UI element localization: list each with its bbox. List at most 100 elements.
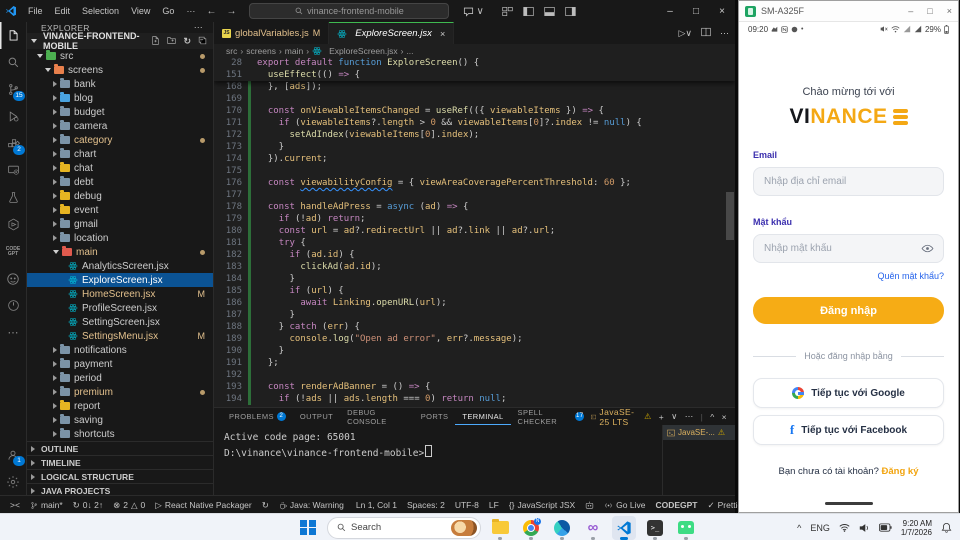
menu-more[interactable]: ···	[180, 6, 201, 16]
copilot-chat-icon[interactable]: ∨	[457, 6, 489, 17]
nav-forward-icon[interactable]: →	[221, 6, 241, 17]
code-editor[interactable]: 28 export default function ExploreScreen(…	[214, 57, 735, 407]
accounts-icon[interactable]: 1	[0, 441, 26, 468]
tree-item-chat[interactable]: chat	[27, 161, 213, 175]
tree-item-report[interactable]: report	[27, 399, 213, 413]
tree-item-location[interactable]: location	[27, 231, 213, 245]
menu-selection[interactable]: Selection	[76, 6, 125, 16]
phone-minimize-button[interactable]: –	[908, 6, 913, 16]
explorer-more-icon[interactable]: ⋯	[192, 22, 205, 33]
menu-go[interactable]: Go	[156, 6, 180, 16]
indentation-item[interactable]: Spaces: 2	[403, 500, 449, 510]
window-close-button[interactable]: ×	[709, 6, 735, 17]
tree-item-gmail[interactable]: gmail	[27, 217, 213, 231]
wifi-icon[interactable]	[839, 523, 850, 532]
breadcrumb-item[interactable]: ...	[406, 46, 413, 56]
tree-item-src[interactable]: src	[27, 49, 213, 63]
ai-robot-icon[interactable]	[0, 265, 26, 292]
tree-item-screens[interactable]: screens	[27, 63, 213, 77]
run-file-icon[interactable]: ▷∨	[678, 28, 692, 39]
visual-studio-app[interactable]: ∞	[581, 516, 605, 540]
tree-item-period[interactable]: period	[27, 371, 213, 385]
panel-tab-debug-console[interactable]: DEBUG CONSOLE	[340, 408, 414, 426]
new-file-icon[interactable]	[149, 35, 162, 47]
split-editor-icon[interactable]	[701, 27, 711, 39]
encoding-item[interactable]: UTF-8	[451, 500, 483, 510]
tree-item-camera[interactable]: camera	[27, 119, 213, 133]
remote-indicator[interactable]: ><	[6, 500, 24, 510]
nav-back-icon[interactable]: ←	[201, 6, 221, 17]
chrome-app[interactable]: N	[519, 516, 543, 540]
file-explorer-app[interactable]	[488, 516, 512, 540]
source-control-icon[interactable]: 15	[0, 76, 26, 103]
tree-item-category[interactable]: category	[27, 133, 213, 147]
show-password-eye-icon[interactable]	[921, 242, 934, 260]
breadcrumb-item[interactable]: src	[226, 46, 237, 56]
settings-gear-icon[interactable]	[0, 468, 26, 495]
tree-item-budget[interactable]: budget	[27, 105, 213, 119]
problems-item[interactable]: ⊗ 2 △ 0	[109, 500, 149, 511]
tree-item-settingscreen-jsx[interactable]: SettingScreen.jsx	[27, 315, 213, 329]
more-views-icon[interactable]: ⋯	[0, 319, 26, 346]
section-logical-structure[interactable]: LOGICAL STRUCTURE	[27, 469, 213, 483]
section-timeline[interactable]: TIMELINE	[27, 455, 213, 469]
tree-item-profilescreen-jsx[interactable]: ProfileScreen.jsx	[27, 301, 213, 315]
remote-explorer-icon[interactable]	[0, 157, 26, 184]
window-minimize-button[interactable]: –	[657, 6, 683, 17]
tree-item-explorescreen-jsx[interactable]: ExploreScreen.jsx	[27, 273, 213, 287]
home-indicator[interactable]	[824, 502, 873, 505]
signup-link[interactable]: Đăng ký	[882, 466, 919, 477]
phone-maximize-button[interactable]: □	[927, 6, 932, 16]
start-button[interactable]	[296, 516, 320, 540]
vscode-app[interactable]	[612, 515, 636, 540]
tree-item-event[interactable]: event	[27, 203, 213, 217]
tray-clock[interactable]: 9:20 AM 1/7/2026	[901, 519, 932, 537]
testing-icon[interactable]	[0, 184, 26, 211]
go-live-item[interactable]: Go Live	[600, 500, 649, 510]
hexagon-tool-icon[interactable]	[0, 211, 26, 238]
new-terminal-icon[interactable]: +	[659, 412, 664, 422]
new-folder-icon[interactable]	[165, 36, 178, 47]
tree-item-saving[interactable]: saving	[27, 413, 213, 427]
spring-boot-icon[interactable]	[0, 292, 26, 319]
tab-globalvariables[interactable]: JS globalVariables.js M	[214, 22, 330, 44]
toggle-panel-icon[interactable]	[544, 6, 555, 17]
breadcrumb-item[interactable]: ExploreScreen.jsx	[329, 46, 398, 56]
menu-view[interactable]: View	[125, 6, 156, 16]
project-header[interactable]: VINANCE-FRONTEND-MOBILE ↻	[27, 31, 213, 51]
tree-item-bank[interactable]: bank	[27, 77, 213, 91]
toggle-secondary-sidebar-icon[interactable]	[565, 6, 576, 17]
tree-item-homescreen-jsx[interactable]: HomeScreen.jsx M	[27, 287, 213, 301]
window-maximize-button[interactable]: □	[683, 6, 709, 17]
tree-item-blog[interactable]: blog	[27, 91, 213, 105]
language-mode-item[interactable]: {} JavaScript JSX	[505, 500, 579, 510]
panel-tab-output[interactable]: OUTPUT	[293, 408, 340, 425]
panel-close-icon[interactable]: ×	[722, 412, 727, 422]
extensions-icon[interactable]: 2	[0, 130, 26, 157]
forgot-password-link[interactable]: Quên mật khẩu?	[753, 271, 944, 281]
toggle-sidebar-icon[interactable]	[523, 6, 534, 17]
cursor-position-item[interactable]: Ln 1, Col 1	[352, 500, 401, 510]
terminal-app[interactable]: >_	[643, 516, 667, 540]
tree-item-main[interactable]: main	[27, 245, 213, 259]
run-debug-icon[interactable]	[0, 103, 26, 130]
tree-item-debt[interactable]: debt	[27, 175, 213, 189]
notification-center-icon[interactable]	[941, 522, 952, 533]
email-input[interactable]	[754, 176, 943, 187]
git-sync-item[interactable]: ↻ 0↓ 2↑	[69, 500, 107, 511]
battery-icon[interactable]	[878, 523, 892, 532]
section-outline[interactable]: OUTLINE	[27, 442, 213, 455]
panel-more-icon[interactable]: ⋯	[685, 411, 694, 422]
refresh-icon[interactable]: ↻	[181, 36, 193, 47]
tree-item-payment[interactable]: payment	[27, 357, 213, 371]
language-indicator[interactable]: ENG	[810, 523, 830, 533]
google-login-button[interactable]: Tiếp tục với Google	[753, 378, 944, 408]
section-java-projects[interactable]: JAVA PROJECTS	[27, 483, 213, 495]
breadcrumb-item[interactable]: main	[285, 46, 303, 56]
password-input[interactable]	[754, 243, 943, 254]
sync-spinner-item[interactable]: ↻	[258, 500, 273, 511]
java-status-item[interactable]: Java: Warning	[275, 500, 348, 510]
editor-more-icon[interactable]: ⋯	[720, 28, 729, 39]
tree-item-analyticsscreen-jsx[interactable]: AnalyticsScreen.jsx	[27, 259, 213, 273]
tray-chevron-icon[interactable]: ^	[797, 523, 801, 533]
